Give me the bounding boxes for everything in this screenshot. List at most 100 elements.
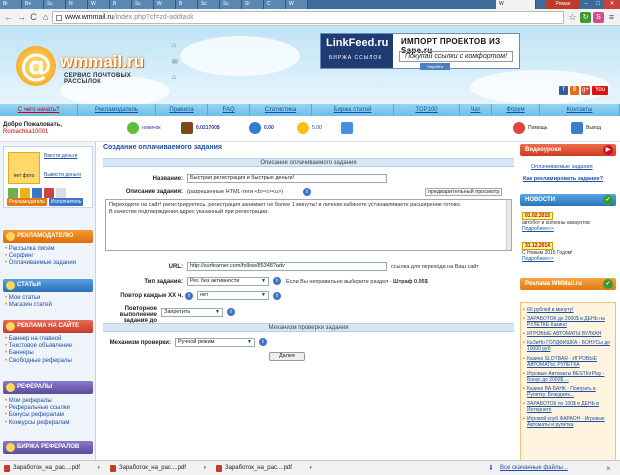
banner-go-button[interactable]: Перейти [420, 63, 450, 70]
browser-tab[interactable]: Bi [0, 0, 22, 9]
menu-my-referrals[interactable]: Мои рефералы [5, 398, 70, 405]
performer-role-button[interactable]: Исполнитель [48, 198, 84, 206]
ad-link[interactable]: 60 рублей в минуту! [521, 307, 615, 313]
facebook-icon[interactable]: f [559, 86, 568, 95]
back-icon[interactable]: ← [3, 12, 14, 23]
section-site-ads[interactable]: РЕКЛАМА НА САЙТЕ [3, 320, 93, 333]
check-method-select[interactable]: Ручной режим [175, 338, 255, 347]
play-icon[interactable]: ▶ [603, 145, 613, 155]
map-small-icon[interactable]: ⌂ [172, 74, 176, 81]
nav-stats[interactable]: Статистика [250, 104, 312, 116]
repeat-help-icon[interactable]: i [185, 292, 193, 300]
browser-tab[interactable]: Sc [220, 0, 242, 9]
download-item[interactable]: Заработок_на_рас....pdf ▾ [110, 463, 206, 474]
ad-link[interactable]: ИГРОВЫЕ АВТОМАТЫ ВУЛКАН [521, 331, 615, 337]
desc-help-icon[interactable]: i [303, 188, 311, 196]
home-icon[interactable]: ⌂ [40, 12, 51, 23]
task-description-textarea[interactable]: Переходите на сайт! регистрируетесь. рег… [105, 199, 512, 251]
withdraw-link[interactable]: Вывести деньги [44, 172, 81, 178]
nav-faq[interactable]: FAQ [208, 104, 250, 116]
nav-top100[interactable]: TOP100 [394, 104, 460, 116]
extension-refresh-icon[interactable]: ↻ [580, 12, 591, 23]
repeat-select[interactable]: нет [197, 291, 269, 300]
badge-icon[interactable] [56, 188, 66, 198]
browser-tab[interactable]: Sc [198, 0, 220, 9]
ad-link[interactable]: ЗАРАБОТОК по 100$ в ДЕНЬ в Интернете [521, 401, 615, 413]
recheck-select[interactable]: Запретить [161, 308, 223, 317]
site-logo[interactable]: @ wmmail.ru СЕРВИС ПОЧТОВЫХ РАССЫЛОК [16, 46, 166, 86]
next-button[interactable]: Далее [269, 352, 305, 361]
browser-tab[interactable]: Sc [132, 0, 154, 9]
download-item[interactable]: Заработок_на_рас....pdf ▾ [4, 463, 100, 474]
nav-contacts[interactable]: Контакты [540, 104, 620, 116]
google-plus-icon[interactable]: g+ [581, 86, 590, 95]
type-help-icon[interactable]: i [273, 277, 281, 285]
menu-articles-shop[interactable]: Магазин статей [5, 302, 52, 309]
menu-surfing[interactable]: Серфинг [5, 253, 76, 260]
repeat-help-icon-2[interactable]: i [273, 292, 281, 300]
vk-icon[interactable]: В [570, 86, 579, 95]
chevron-down-icon[interactable]: ▾ [309, 463, 312, 474]
textarea-scrollbar[interactable] [506, 200, 511, 250]
browser-tab[interactable]: Sc [44, 0, 66, 9]
chevron-down-icon[interactable]: ▾ [97, 463, 100, 474]
nav-chat[interactable]: Чат [460, 104, 492, 116]
browser-tab[interactable]: W [154, 0, 176, 9]
badge-icon[interactable] [44, 188, 54, 198]
video-link-paid-tasks[interactable]: Оплачиваемые задания [531, 164, 593, 170]
ad-link[interactable]: Казино ВА-БАНК - Поиграть в Рулетку, Блэ… [521, 386, 615, 398]
browser-tab[interactable]: С [264, 0, 286, 9]
section-advertiser[interactable]: РЕКЛАМОДАТЕЛЮ [3, 230, 93, 243]
nav-articles[interactable]: Биржа статей [312, 104, 394, 116]
deposit-link[interactable]: Ввести деньги [44, 153, 77, 159]
close-window-icon[interactable]: ✕ [604, 0, 620, 9]
ad-link[interactable]: Игровой клуб ФАРАОН - Игровые Автоматы и… [521, 416, 615, 428]
ad-link[interactable]: Казино SLOTBAR - ИГРОВЫЕ АВТОМАТЫ, РУЛЕТ… [521, 356, 615, 368]
help-link[interactable]: Помощь [513, 122, 547, 134]
browser-tab[interactable]: W [88, 0, 110, 9]
menu-text-ad[interactable]: Текстовое объявление [5, 343, 72, 350]
browser-tab[interactable]: В [110, 0, 132, 9]
task-name-input[interactable]: Быстрая регистрация и быстрые деньги! [187, 174, 387, 183]
ad-link[interactable]: КаЗиНо ГОЛДФИШКА - БОНУСы до 10000 руб [521, 340, 615, 352]
username[interactable]: Romachka10001 [3, 129, 48, 135]
menu-main-banner[interactable]: Баннер на главной [5, 336, 72, 343]
nav-start[interactable]: С чего начать? [0, 104, 78, 116]
video-link-how-advertise[interactable]: Как рекламировать задание? [523, 176, 603, 182]
news-more-link[interactable]: Подробнее>> [522, 256, 614, 262]
menu-paid-tasks[interactable]: Оплачиваемые задания [5, 260, 76, 267]
profile-button[interactable]: Роман [546, 0, 580, 9]
browser-tab[interactable]: W [286, 0, 308, 9]
nav-rules[interactable]: Правила [156, 104, 208, 116]
task-type-select[interactable]: Рег. без активности [187, 277, 269, 286]
show-all-downloads[interactable]: Все скачанные файлы... [500, 463, 568, 474]
browser-tab[interactable]: Be [22, 0, 44, 9]
advertiser-role-button[interactable]: Рекламодатель [7, 198, 47, 206]
forward-icon[interactable]: → [16, 12, 27, 23]
menu-referral-links[interactable]: Реферальные ссылки [5, 405, 70, 412]
maximize-icon[interactable]: □ [592, 0, 604, 9]
youtube-icon[interactable]: You [592, 86, 608, 95]
browser-tab[interactable]: Si [242, 0, 264, 9]
ad-link[interactable]: ЗАРАБОТОК до 2000$ в ДЕНЬ на РУЛЕТКЕ Каз… [521, 316, 615, 328]
logout-link[interactable]: Выход [571, 122, 601, 134]
menu-banners[interactable]: Баннеры [5, 350, 72, 357]
section-referral-exchange[interactable]: БИРЖА РЕФЕРАЛОВ [3, 441, 93, 454]
gift-icon[interactable] [341, 122, 353, 134]
menu-referral-contests[interactable]: Конкурсы рефералам [5, 420, 70, 427]
browser-tab[interactable]: В [176, 0, 198, 9]
extension-sh-icon[interactable]: S [593, 12, 604, 23]
nav-forum[interactable]: Форум [492, 104, 540, 116]
badge-icon[interactable] [32, 188, 42, 198]
ad-link[interactable]: Игровые Автоматы BESTforPlay - Бонус до … [521, 371, 615, 383]
preview-button[interactable]: предварительный просмотр [425, 188, 503, 196]
nav-advertiser[interactable]: Рекламодатель [78, 104, 156, 116]
avatar[interactable]: нет фото [8, 152, 40, 184]
badge-icon[interactable] [8, 188, 18, 198]
menu-icon[interactable]: ≡ [606, 12, 617, 23]
menu-referral-bonuses[interactable]: Бонусы рефералам [5, 412, 70, 419]
section-referrals[interactable]: РЕФЕРАЛЫ [3, 381, 93, 394]
home-small-icon[interactable]: ⌂ [172, 42, 176, 49]
badge-icon[interactable] [20, 188, 30, 198]
download-item[interactable]: Заработок_на_рас....pdf ▾ [216, 463, 312, 474]
